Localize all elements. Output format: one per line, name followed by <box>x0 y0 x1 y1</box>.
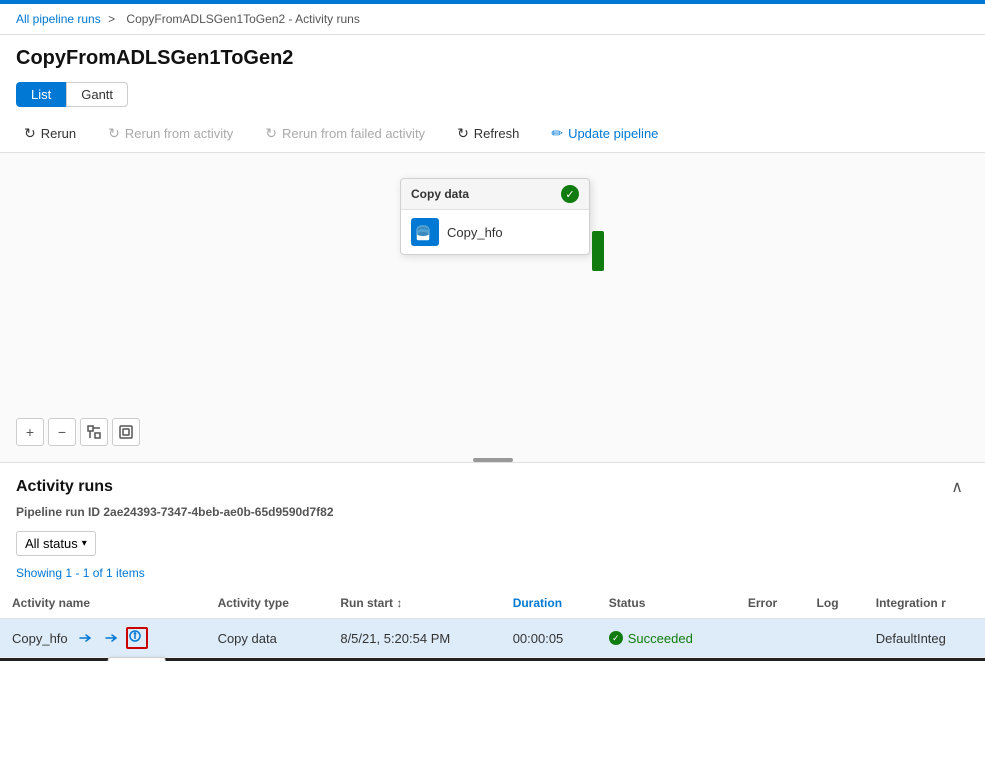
copy-data-icon <box>411 218 439 246</box>
collapse-button[interactable]: ∧ <box>945 475 969 499</box>
popup-header-title: Copy data <box>411 187 469 201</box>
status-success-badge: ✓ Succeeded <box>609 631 724 646</box>
cell-activity-name: Copy_hfo <box>0 619 206 658</box>
gantt-view-button[interactable]: Gantt <box>66 82 128 107</box>
refresh-button[interactable]: ↻ Refresh <box>449 121 527 146</box>
col-run-start[interactable]: Run start ↕ <box>328 588 500 619</box>
status-label: Succeeded <box>628 631 693 646</box>
details-icon[interactable]: Details <box>126 627 148 649</box>
rerun-from-failed-icon: ↻ <box>265 125 277 142</box>
page-title: CopyFromADLSGen1ToGen2 <box>0 35 985 78</box>
canvas-area: Copy data ✓ Copy_hfo + − <box>0 153 985 463</box>
status-filter: All status ▾ <box>0 527 985 564</box>
table-row: Copy_hfo <box>0 619 985 658</box>
reset-view-button[interactable] <box>112 418 140 446</box>
refresh-icon: ↻ <box>457 125 469 142</box>
rerun-label: Rerun <box>41 126 76 141</box>
col-duration: Duration <box>501 588 597 619</box>
pipeline-run-id-number: 2ae24393-7347-4beb-ae0b-65d9590d7f82 <box>103 505 333 519</box>
view-toggle: List Gantt <box>0 78 985 115</box>
activity-runs-table: Activity name Activity type Run start ↕ … <box>0 588 985 658</box>
rerun-from-activity-button[interactable]: ↻ Rerun from activity <box>100 121 241 146</box>
fit-screen-button[interactable] <box>80 418 108 446</box>
details-tooltip: Details <box>107 657 166 661</box>
status-dot: ✓ <box>609 631 623 645</box>
rerun-from-failed-label: Rerun from failed activity <box>282 126 425 141</box>
breadcrumb: All pipeline runs > CopyFromADLSGen1ToGe… <box>0 4 985 35</box>
chevron-down-icon: ▾ <box>82 538 87 549</box>
cell-status: ✓ Succeeded <box>597 619 736 658</box>
rerun-button[interactable]: ↻ Rerun <box>16 121 84 146</box>
cell-error <box>736 619 805 658</box>
col-log: Log <box>805 588 864 619</box>
col-activity-name: Activity name <box>0 588 206 619</box>
canvas-controls: + − <box>16 418 140 446</box>
table-header-row: Activity name Activity type Run start ↕ … <box>0 588 985 619</box>
scroll-indicator <box>473 458 513 462</box>
status-filter-button[interactable]: All status ▾ <box>16 531 96 556</box>
list-view-button[interactable]: List <box>16 82 66 107</box>
popup-success-check: ✓ <box>561 185 579 203</box>
breadcrumb-current: CopyFromADLSGen1ToGen2 - Activity runs <box>126 12 359 26</box>
col-status: Status <box>597 588 736 619</box>
rerun-from-failed-button[interactable]: ↻ Rerun from failed activity <box>257 121 433 146</box>
update-pipeline-icon: ✏ <box>551 125 563 142</box>
toolbar: ↻ Rerun ↻ Rerun from activity ↻ Rerun fr… <box>0 115 985 153</box>
run-details-icon[interactable] <box>74 627 96 649</box>
rerun-from-activity-icon: ↻ <box>108 125 120 142</box>
col-activity-type: Activity type <box>206 588 329 619</box>
col-integration: Integration r <box>864 588 985 619</box>
pipeline-run-id-label: Pipeline run ID <box>16 505 100 519</box>
update-pipeline-button[interactable]: ✏ Update pipeline <box>543 121 666 146</box>
status-filter-label: All status <box>25 536 78 551</box>
canvas-connector <box>592 231 604 271</box>
update-pipeline-label: Update pipeline <box>568 126 658 141</box>
showing-count: Showing 1 - 1 of 1 items <box>0 564 985 588</box>
popup-body: Copy_hfo <box>401 210 589 254</box>
table-container: Activity name Activity type Run start ↕ … <box>0 588 985 661</box>
cell-run-start: 8/5/21, 5:20:54 PM <box>328 619 500 658</box>
rerun-icon: ↻ <box>24 125 36 142</box>
cell-duration: 00:00:05 <box>501 619 597 658</box>
popup-header: Copy data ✓ <box>401 179 589 210</box>
activity-name-value: Copy_hfo <box>12 631 68 646</box>
refresh-label: Refresh <box>474 126 520 141</box>
zoom-in-button[interactable]: + <box>16 418 44 446</box>
row-actions: Details <box>74 627 148 649</box>
section-header: Activity runs ∧ <box>0 463 985 503</box>
cell-activity-type: Copy data <box>206 619 329 658</box>
breadcrumb-separator: > <box>108 12 115 26</box>
cell-integration: DefaultInteg <box>864 619 985 658</box>
breadcrumb-all-runs[interactable]: All pipeline runs <box>16 12 101 26</box>
rerun-from-activity-label: Rerun from activity <box>125 126 233 141</box>
cell-log <box>805 619 864 658</box>
output-icon[interactable] <box>100 627 122 649</box>
section-title: Activity runs <box>16 478 113 496</box>
zoom-out-button[interactable]: − <box>48 418 76 446</box>
activity-runs-section: Activity runs ∧ Pipeline run ID 2ae24393… <box>0 463 985 661</box>
canvas-popup: Copy data ✓ Copy_hfo <box>400 178 590 255</box>
popup-item-name: Copy_hfo <box>447 225 503 240</box>
col-error: Error <box>736 588 805 619</box>
pipeline-run-id-row: Pipeline run ID 2ae24393-7347-4beb-ae0b-… <box>0 503 985 527</box>
